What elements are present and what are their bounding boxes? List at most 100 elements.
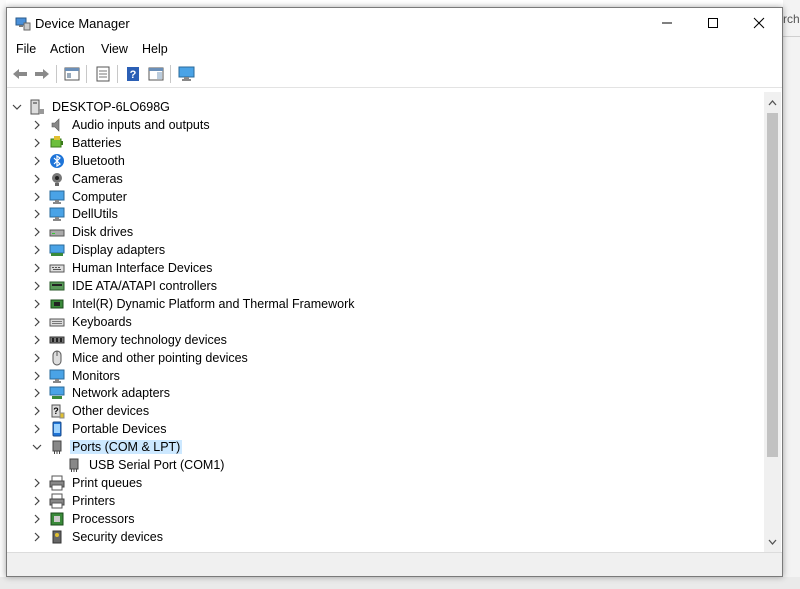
expand-toggle[interactable]	[31, 474, 43, 492]
tree-category-portable-devices[interactable]: Portable Devices	[31, 420, 169, 438]
chevron-right-icon	[34, 424, 40, 434]
tree-item-label: Portable Devices	[72, 422, 167, 437]
expand-toggle[interactable]	[31, 170, 43, 188]
collapse-toggle[interactable]	[31, 438, 43, 456]
expand-toggle[interactable]	[31, 223, 43, 241]
chevron-right-icon	[34, 281, 40, 291]
expand-toggle[interactable]	[31, 420, 43, 438]
show-hide-console-tree-button[interactable]	[62, 64, 82, 84]
expand-toggle[interactable]	[31, 134, 43, 152]
vertical-scrollbar[interactable]	[764, 92, 781, 552]
tree-category-processors[interactable]: Processors	[31, 510, 137, 528]
expand-toggle[interactable]	[31, 116, 43, 134]
scan-hardware-icon	[178, 66, 195, 81]
tree-category-batteries[interactable]: Batteries	[31, 134, 123, 152]
expand-toggle[interactable]	[31, 367, 43, 385]
expand-toggle[interactable]	[31, 402, 43, 420]
tree-item-label: Monitors	[72, 368, 120, 383]
keyboard-icon	[49, 314, 65, 330]
chevron-right-icon	[34, 317, 40, 327]
tree-category-cameras[interactable]: Cameras	[31, 170, 125, 188]
expand-toggle[interactable]	[31, 384, 43, 402]
chevron-right-icon	[34, 299, 40, 309]
tree-category-memory-technology-devices[interactable]: Memory technology devices	[31, 331, 229, 349]
menu-view[interactable]: View	[101, 42, 128, 56]
tree-category-print-queues[interactable]: Print queues	[31, 474, 144, 492]
tree-category-security-devices[interactable]: Security devices	[31, 528, 165, 546]
port-icon	[49, 439, 65, 455]
close-button[interactable]	[736, 8, 782, 38]
tree-item-label: Disk drives	[72, 225, 134, 240]
action-pane-icon	[148, 67, 164, 81]
expand-toggle[interactable]	[31, 492, 43, 510]
expand-toggle[interactable]	[31, 331, 43, 349]
expand-toggle[interactable]	[31, 259, 43, 277]
title-bar[interactable]: Device Manager	[7, 8, 782, 38]
tree-category-dellutils[interactable]: DellUtils	[31, 205, 120, 223]
expand-toggle[interactable]	[31, 241, 43, 259]
scroll-down-button[interactable]	[764, 533, 781, 550]
chevron-right-icon	[34, 496, 40, 506]
tree-category-printers[interactable]: Printers	[31, 492, 117, 510]
tree-item-label: Batteries	[72, 135, 122, 150]
chip-icon	[49, 296, 65, 312]
tree-item-label: Human Interface Devices	[72, 261, 213, 276]
toolbar-separator	[86, 65, 87, 83]
camera-icon	[49, 171, 65, 187]
chevron-right-icon	[34, 532, 40, 542]
menu-action[interactable]: Action	[50, 42, 85, 56]
tree-category-computer[interactable]: Computer	[31, 188, 129, 206]
back-button[interactable]	[10, 64, 30, 84]
tree-category-software-devices[interactable]: Software devices	[31, 546, 169, 549]
tree-category-monitors[interactable]: Monitors	[31, 367, 122, 385]
tree-category-bluetooth[interactable]: Bluetooth	[31, 152, 127, 170]
tree-device-usb-serial-port-com1[interactable]: USB Serial Port (COM1)	[48, 456, 226, 474]
collapse-toggle[interactable]	[11, 98, 23, 116]
expand-toggle[interactable]	[31, 277, 43, 295]
help-icon: ?	[127, 67, 139, 81]
expand-toggle[interactable]	[31, 510, 43, 528]
tree-category-display-adapters[interactable]: Display adapters	[31, 241, 167, 259]
expand-toggle[interactable]	[31, 546, 43, 549]
back-icon	[13, 69, 27, 79]
expand-toggle[interactable]	[31, 188, 43, 206]
expand-toggle[interactable]	[31, 152, 43, 170]
menu-help[interactable]: Help	[142, 42, 168, 56]
scroll-up-button[interactable]	[764, 94, 781, 111]
tree-root-desktop-6lo698g[interactable]: DESKTOP-6LO698G	[11, 98, 172, 116]
tree-item-label: IDE ATA/ATAPI controllers	[72, 279, 217, 293]
close-icon	[753, 17, 765, 29]
tree-category-keyboards[interactable]: Keyboards	[31, 313, 134, 331]
tree-category-disk-drives[interactable]: Disk drives	[31, 223, 135, 241]
tree-category-audio-inputs-and-outputs[interactable]: Audio inputs and outputs	[31, 116, 212, 134]
properties-button[interactable]	[93, 64, 113, 84]
menu-bar: File Action View Help	[7, 38, 782, 60]
chevron-right-icon	[34, 388, 40, 398]
tree-category-other-devices[interactable]: ? Other devices	[31, 402, 151, 420]
scrollbar-thumb[interactable]	[767, 113, 778, 457]
forward-button[interactable]	[32, 64, 52, 84]
menu-file[interactable]: File	[16, 42, 36, 56]
computer-icon	[49, 189, 65, 205]
expand-toggle[interactable]	[31, 313, 43, 331]
tree-category-human-interface-devices[interactable]: Human Interface Devices	[31, 259, 214, 277]
minimize-button[interactable]	[644, 8, 690, 38]
expand-toggle[interactable]	[31, 349, 43, 367]
tree-category-mice-and-other-pointing-devices[interactable]: Mice and other pointing devices	[31, 349, 250, 367]
tree-category-ide-ata-atapi-controllers[interactable]: IDE ATA/ATAPI controllers	[31, 277, 219, 295]
maximize-button[interactable]	[690, 8, 736, 38]
expand-toggle[interactable]	[31, 295, 43, 313]
tree-category-network-adapters[interactable]: Network adapters	[31, 384, 172, 402]
device-tree[interactable]: DESKTOP-6LO698G Audio inputs and outputs B…	[7, 92, 764, 548]
expand-toggle[interactable]	[31, 205, 43, 223]
expand-toggle[interactable]	[31, 528, 43, 546]
tree-category-ports-com-lpt[interactable]: Ports (COM & LPT)	[31, 438, 183, 456]
action-pane-button[interactable]	[146, 64, 166, 84]
scan-hardware-button[interactable]	[177, 64, 197, 84]
tree-category-intel-r-dynamic-platform-and-thermal-framework[interactable]: Intel(R) Dynamic Platform and Thermal Fr…	[31, 295, 356, 313]
chevron-right-icon	[34, 514, 40, 524]
chevron-right-icon	[34, 174, 40, 184]
tree-item-label: Audio inputs and outputs	[72, 117, 210, 132]
help-button[interactable]: ?	[123, 64, 143, 84]
